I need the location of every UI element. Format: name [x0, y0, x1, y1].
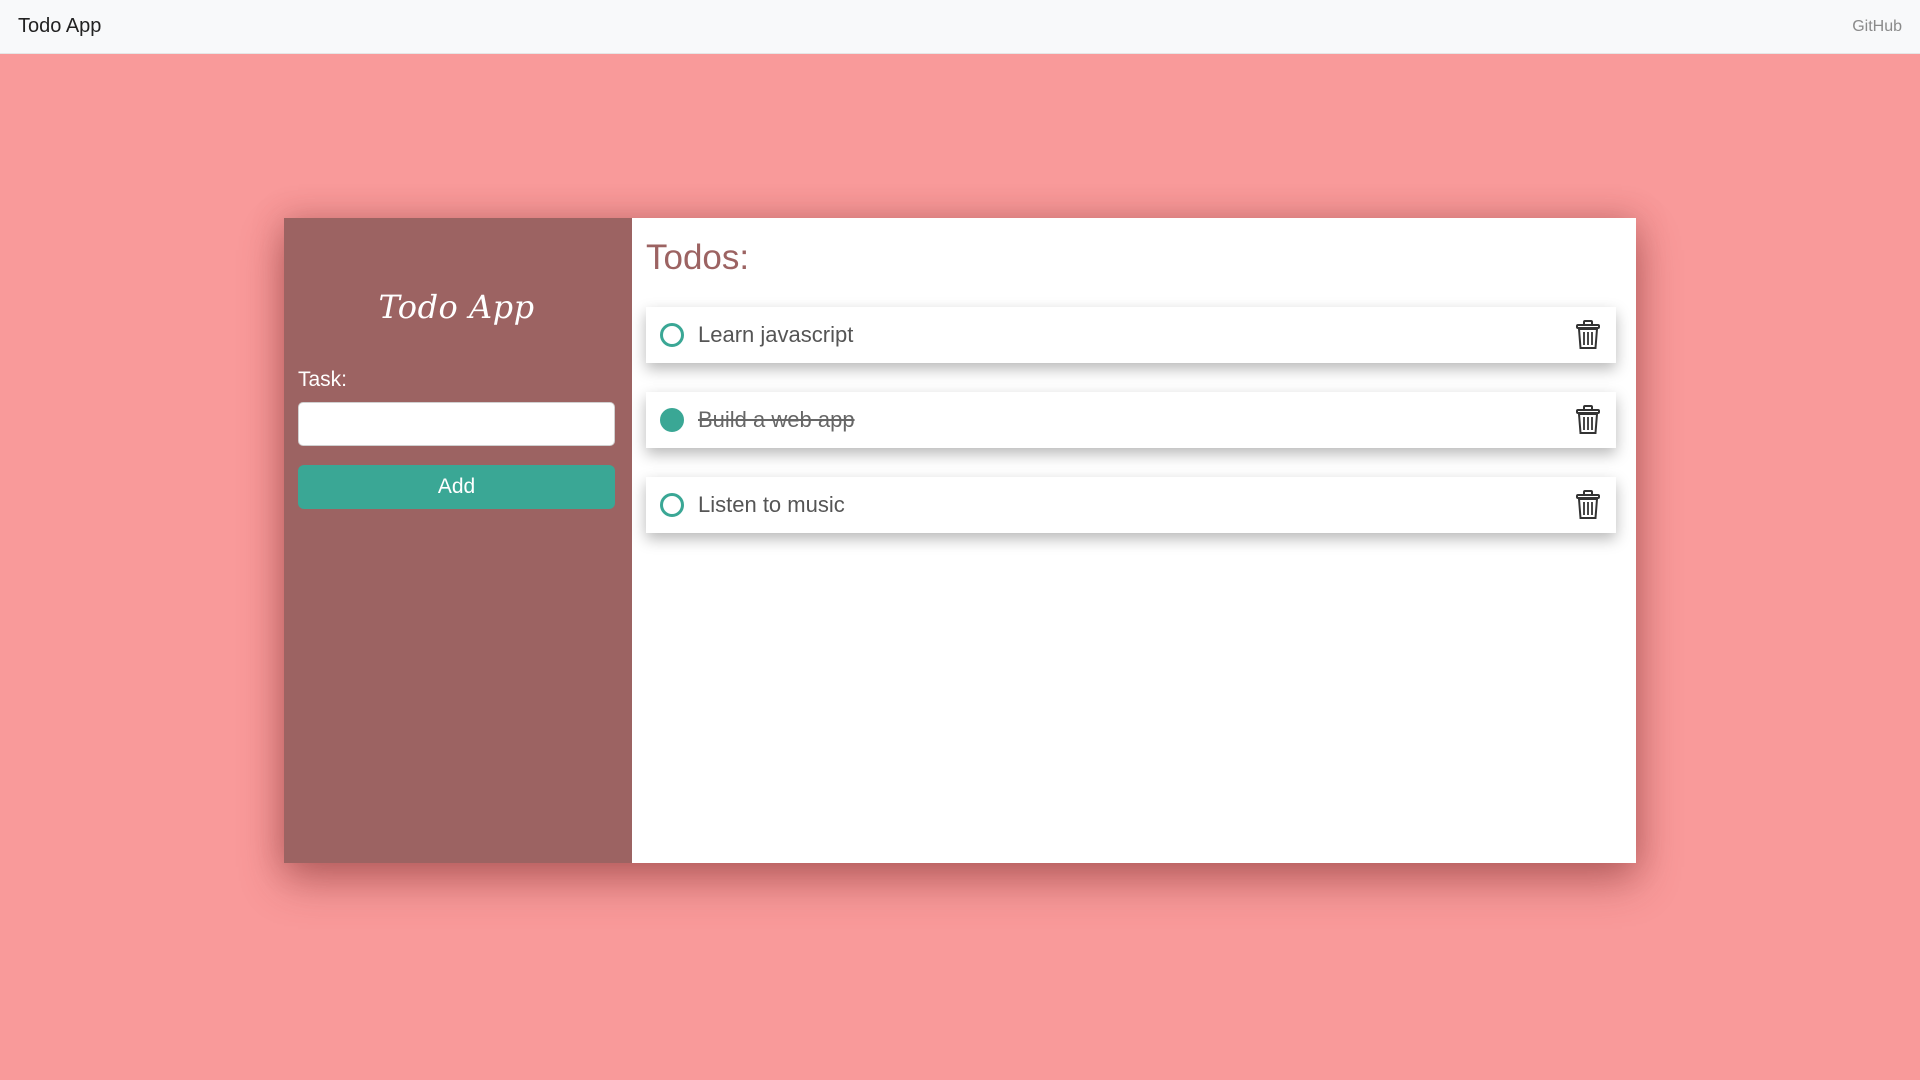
todo-item: Build a web app — [646, 392, 1616, 448]
todo-card: Todo App Task: Add Todos: Learn javascri… — [284, 218, 1636, 863]
page-title: Todos: — [646, 238, 750, 277]
sidebar: Todo App Task: Add — [284, 218, 632, 863]
todo-text: Learn javascript — [698, 322, 854, 347]
trash-icon[interactable] — [1574, 320, 1602, 350]
sidebar-title: Todo App — [378, 288, 535, 326]
todo-text: Listen to music — [698, 492, 845, 517]
task-label: Task: — [298, 368, 348, 391]
github-link[interactable]: GitHub — [1852, 18, 1902, 36]
add-button[interactable]: Add — [298, 465, 615, 509]
task-input[interactable] — [298, 402, 615, 446]
todo-check-icon[interactable] — [660, 493, 684, 517]
trash-icon[interactable] — [1574, 405, 1602, 435]
navbar-brand[interactable]: Todo App — [18, 15, 101, 38]
todo-check-icon[interactable] — [660, 408, 684, 432]
todo-list: Learn javascript Build a web app Listen … — [646, 307, 1616, 533]
navbar: Todo App GitHub — [0, 0, 1920, 54]
todo-item: Learn javascript — [646, 307, 1616, 363]
trash-icon[interactable] — [1574, 490, 1602, 520]
todo-main: Todos: Learn javascript Build a web app — [632, 218, 1636, 863]
todo-item: Listen to music — [646, 477, 1616, 533]
todo-text: Build a web app — [698, 407, 855, 432]
todo-check-icon[interactable] — [660, 323, 684, 347]
